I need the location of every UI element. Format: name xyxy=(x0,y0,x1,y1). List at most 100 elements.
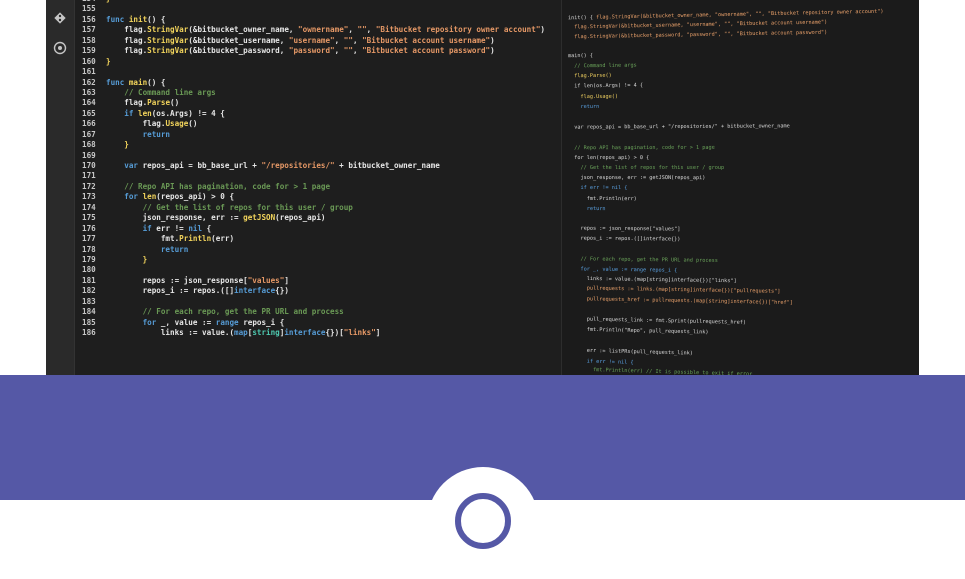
code-line[interactable]: 180 xyxy=(82,265,562,275)
preview-token: links := value.(map[string]interface{})[… xyxy=(567,275,737,285)
preview-token: if err != nil { xyxy=(567,185,628,192)
code-token: (&bitbucket_password, xyxy=(188,46,289,56)
code-token: (repos_api) > 0 { xyxy=(156,192,235,202)
preview-line: return xyxy=(568,104,599,110)
code-line[interactable]: 163 // Command line args xyxy=(82,88,562,98)
code-token: nil xyxy=(188,223,203,233)
code-line[interactable]: 155 xyxy=(82,4,562,14)
code-token: , xyxy=(352,35,363,45)
preview-token: return xyxy=(567,103,600,110)
code-text: for len(repos_api) > 0 { xyxy=(106,192,234,202)
preview-line: if err != nil { xyxy=(568,185,627,191)
code-line[interactable]: 157 flag.StringVar(&bitbucket_owner_name… xyxy=(82,25,562,35)
code-token: getJSON xyxy=(243,213,276,223)
preview-token: pullrequests := links.(map[string]interf… xyxy=(567,285,781,296)
preview-line: return xyxy=(568,206,606,212)
code-token: (repos_api) xyxy=(275,213,326,223)
code-line[interactable]: 156 func init() { xyxy=(82,15,562,25)
preview-token: // Get the list of repos for this user /… xyxy=(568,165,725,171)
code-line[interactable]: 181 repos := json_response["values"] xyxy=(82,276,562,286)
code-token: StringVar xyxy=(147,35,189,45)
line-number: 169 xyxy=(82,150,96,160)
code-editor[interactable]: 154}155156func init() {157 flag.StringVa… xyxy=(82,0,562,375)
preview-line: for len(repos_api) > 0 { xyxy=(568,155,649,161)
code-line[interactable]: 175 json_response, err := getJSON(repos_… xyxy=(82,213,562,223)
code-line[interactable]: 169 xyxy=(82,151,562,161)
code-line[interactable]: 173 for len(repos_api) > 0 { xyxy=(82,192,562,202)
code-token: , xyxy=(334,35,344,45)
code-line[interactable]: 161 xyxy=(82,67,562,77)
preview-line: init() { flag.StringVar(&bitbucket_owner… xyxy=(568,9,884,22)
code-line[interactable]: 183 xyxy=(82,297,562,307)
line-number: 164 xyxy=(82,98,96,108)
code-line[interactable]: 184 // For each repo, get the PR URL and… xyxy=(82,307,562,317)
code-token: var xyxy=(106,161,143,170)
code-token: repos_i { xyxy=(243,317,285,327)
code-line[interactable]: 167 return xyxy=(82,130,562,140)
code-line[interactable]: 182 repos_i := repos.([]interface{}) xyxy=(82,286,562,296)
code-line[interactable]: 170 var repos_api = bb_base_url + "/repo… xyxy=(82,161,562,171)
preview-token: return xyxy=(567,205,606,212)
code-line[interactable]: 165 if len(os.Args) != 4 { xyxy=(82,109,562,119)
code-token: flag. xyxy=(106,46,148,56)
preview-token: flag.StringVar(&bitbucket_owner_name, "o… xyxy=(592,8,884,21)
code-line[interactable]: 186 links := value.(map[string]interface… xyxy=(82,328,562,338)
line-number: 177 xyxy=(82,234,96,244)
code-line[interactable]: 179 } xyxy=(82,255,562,265)
preview-token: for len(repos_api) > 0 { xyxy=(567,154,650,161)
code-line[interactable]: 178 return xyxy=(82,245,562,255)
code-token: "/repositories/" xyxy=(261,161,335,170)
code-token: for xyxy=(106,192,143,202)
line-number: 179 xyxy=(82,254,96,264)
code-token: func xyxy=(106,14,129,24)
code-token: "" xyxy=(357,25,367,35)
code-text: flag.Parse() xyxy=(106,98,179,108)
preview-token: fmt.Println(err) // It is possible to ex… xyxy=(567,366,753,375)
code-token: ) xyxy=(540,25,545,35)
preview-token: fmt.Println("Repo", pull_requests_link) xyxy=(567,326,709,336)
code-line[interactable]: 168 } xyxy=(82,140,562,150)
code-line[interactable]: 164 flag.Parse() xyxy=(82,98,562,108)
code-line[interactable]: 174 // Get the list of repos for this us… xyxy=(82,203,562,213)
line-number: 184 xyxy=(82,307,96,317)
code-text: } xyxy=(106,0,111,4)
preview-line: // Get the list of repos for this user /… xyxy=(568,165,724,171)
code-line[interactable]: 160} xyxy=(82,57,562,67)
gear-icon[interactable] xyxy=(52,40,68,56)
preview-line: var repos_api = bb_base_url + "/reposito… xyxy=(568,124,790,131)
preview-line: json_response, err := getJSON(repos_api) xyxy=(568,175,705,181)
line-number: 186 xyxy=(82,328,96,337)
preview-token: for _, value := range repos_i { xyxy=(567,266,678,274)
code-token: "Bitbucket account username" xyxy=(362,35,491,45)
line-number: 181 xyxy=(82,275,96,285)
preview-line: pullrequests := links.(map[string]interf… xyxy=(567,285,781,296)
code-token: return xyxy=(106,244,189,254)
code-token: fmt. xyxy=(106,234,180,244)
code-line[interactable]: 185 for _, value := range repos_i { xyxy=(82,318,562,328)
code-token: + bitbucket_owner_name xyxy=(334,161,440,170)
line-number: 162 xyxy=(82,77,96,87)
code-token: (err) xyxy=(211,234,235,244)
code-line[interactable]: 177 fmt.Println(err) xyxy=(82,234,562,244)
code-token: if xyxy=(106,108,139,118)
code-text: } xyxy=(106,140,129,150)
git-branch-icon[interactable] xyxy=(52,10,68,26)
code-token: "password" xyxy=(288,46,335,56)
preview-line: fmt.Println(err) xyxy=(568,195,637,202)
preview-line: repos_i := repos.([]interface{}) xyxy=(568,236,680,243)
preview-line: if err != nil { xyxy=(568,358,634,365)
code-token: // Get the list of repos for this user /… xyxy=(106,202,353,212)
code-line[interactable]: 171 xyxy=(82,171,562,181)
code-line[interactable]: 176 if err != nil { xyxy=(82,224,562,234)
code-line[interactable]: 166 flag.Usage() xyxy=(82,119,562,129)
code-line[interactable]: 159 flag.StringVar(&bitbucket_password, … xyxy=(82,46,562,56)
code-line[interactable]: 158 flag.StringVar(&bitbucket_username, … xyxy=(82,36,562,46)
code-token: map xyxy=(234,328,248,337)
code-line[interactable]: 172 // Repo API has pagination, code for… xyxy=(82,182,562,192)
code-line[interactable]: 162 func main() { xyxy=(82,78,562,88)
line-number: 173 xyxy=(82,192,96,202)
code-token: "" xyxy=(343,46,353,56)
line-number: 185 xyxy=(82,317,96,327)
code-token: StringVar xyxy=(147,25,189,35)
code-token: len xyxy=(138,108,152,118)
